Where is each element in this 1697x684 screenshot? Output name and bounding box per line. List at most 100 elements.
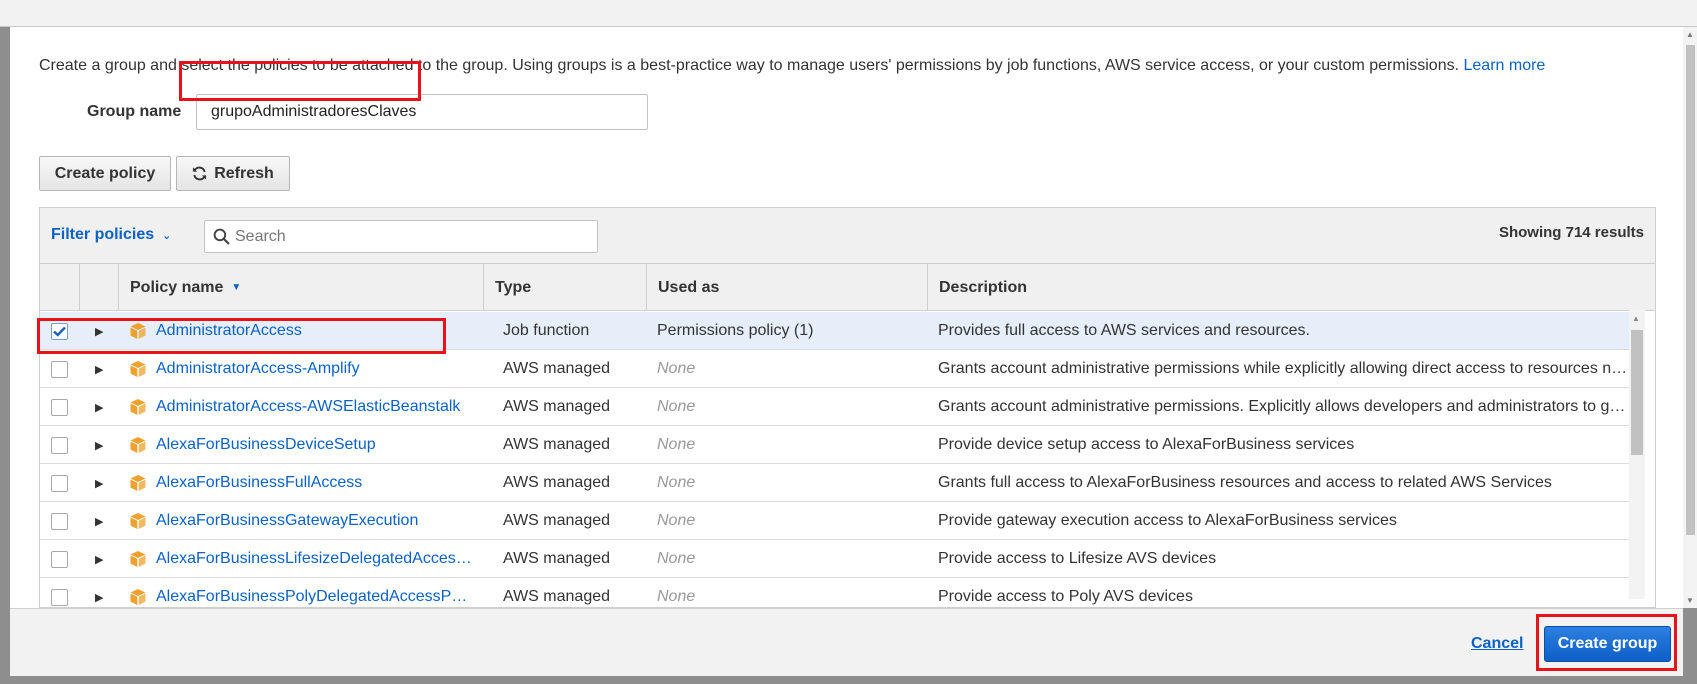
policy-name-link[interactable]: AlexaForBusinessGatewayExecution [156, 502, 474, 540]
policy-description: Provides full access to AWS services and… [938, 322, 1310, 339]
dialog-scroll-thumb[interactable] [1686, 45, 1695, 535]
policy-type: AWS managed [503, 398, 611, 415]
policy-description: Grants account administrative permission… [938, 398, 1628, 415]
table-row[interactable]: ▶ AlexaForBusinessDeviceSetup AWS managed N… [40, 426, 1637, 464]
cancel-button[interactable]: Cancel [1471, 635, 1523, 653]
sort-desc-icon: ▼ [231, 282, 242, 293]
refresh-icon [193, 166, 207, 181]
scroll-up-icon[interactable]: ▲ [1686, 30, 1694, 39]
policy-name-link[interactable]: AdministratorAccess-AWSElasticBeanstalk [156, 388, 474, 426]
policy-name-link[interactable]: AlexaForBusinessPolyDelegatedAccessPolic… [156, 578, 474, 607]
row-checkbox[interactable] [51, 512, 68, 530]
table-scrollbar[interactable]: ▲ [1629, 310, 1645, 599]
caret-right-icon[interactable]: ▶ [95, 350, 109, 388]
row-checkbox[interactable] [51, 360, 68, 378]
policy-used-as: None [657, 436, 696, 453]
table-row[interactable]: ▶ AlexaForBusinessPolyDelegatedAccessPoli… [40, 578, 1637, 607]
table-row[interactable]: ▶ AlexaForBusinessFullAccess AWS managed No… [40, 464, 1637, 502]
dialog-footer: Cancel Create group [10, 608, 1683, 676]
search-icon [213, 228, 230, 245]
policy-type: AWS managed [503, 436, 611, 453]
cube-icon [130, 475, 146, 491]
row-checkbox-cell [51, 426, 69, 464]
policy-type: Job function [503, 322, 590, 339]
row-checkbox[interactable] [51, 588, 68, 606]
policy-type: AWS managed [503, 474, 611, 491]
cube-icon [130, 551, 146, 567]
table-row[interactable]: ▶ AlexaForBusinessGatewayExecution AWS man… [40, 502, 1637, 540]
caret-right-icon[interactable]: ▶ [95, 426, 109, 464]
table-row[interactable]: ▶ AlexaForBusinessLifesizeDelegatedAccess… [40, 540, 1637, 578]
policy-icon [129, 464, 149, 502]
group-name-label: Group name [87, 103, 182, 120]
policy-type: AWS managed [503, 512, 611, 529]
policy-icon [129, 350, 149, 388]
search-input[interactable] [235, 225, 590, 249]
caret-right-icon[interactable]: ▶ [95, 464, 109, 502]
policy-description: Grants full access to AlexaForBusiness r… [938, 474, 1552, 491]
policy-description: Provide device setup access to AlexaForB… [938, 436, 1355, 453]
results-count: Showing 714 results [1498, 224, 1644, 241]
filter-bar: Filter policies ⌄ Showing 714 results [40, 208, 1655, 264]
header-description[interactable]: Description [927, 264, 1655, 311]
row-checkbox[interactable] [51, 550, 68, 568]
caret-right-icon[interactable]: ▶ [95, 502, 109, 540]
scroll-down-icon[interactable]: ▼ [1686, 596, 1694, 605]
header-type[interactable]: Type [483, 264, 646, 311]
policy-description: Grants account administrative permission… [938, 360, 1628, 377]
cube-icon [130, 589, 146, 605]
cube-icon [130, 513, 146, 529]
row-checkbox[interactable] [51, 398, 68, 416]
policy-icon [129, 388, 149, 426]
row-checkbox-cell [51, 388, 69, 426]
policy-name-link[interactable]: AdministratorAccess-Amplify [156, 350, 474, 388]
policy-used-as: None [657, 588, 696, 605]
dialog-header [0, 0, 1697, 27]
row-checkbox[interactable] [51, 436, 68, 454]
highlight-create-group [1536, 614, 1677, 671]
search-box [204, 220, 598, 253]
policy-used-as: None [657, 360, 696, 377]
policy-icon [129, 426, 149, 464]
cube-icon [130, 437, 146, 453]
row-checkbox[interactable] [51, 474, 68, 492]
cube-icon [130, 361, 146, 377]
create-policy-button[interactable]: Create policy [39, 156, 171, 191]
policy-name-link[interactable]: AlexaForBusinessDeviceSetup [156, 426, 474, 464]
policy-type: AWS managed [503, 550, 611, 567]
policy-icon [129, 578, 149, 607]
policy-used-as: None [657, 398, 696, 415]
table-row[interactable]: ▶ AdministratorAccess-AWSElasticBeanstalk… [40, 388, 1637, 426]
filter-policies-dropdown[interactable]: Filter policies ⌄ [51, 226, 171, 244]
learn-more-link[interactable]: Learn more [1464, 57, 1546, 74]
row-checkbox-cell [51, 578, 69, 607]
row-checkbox-cell [51, 350, 69, 388]
table-header: Policy name ▼ Type Used as Description [40, 264, 1655, 311]
policy-used-as: None [657, 474, 696, 491]
policy-icon [129, 540, 149, 578]
policy-type: AWS managed [503, 588, 611, 605]
row-checkbox-cell [51, 502, 69, 540]
header-policy-name[interactable]: Policy name ▼ [118, 264, 483, 311]
policy-description: Provide access to Lifesize AVS devices [938, 550, 1217, 567]
row-checkbox-cell [51, 464, 69, 502]
policy-name-link[interactable]: AlexaForBusinessLifesizeDelegatedAccessP… [156, 540, 474, 578]
table-scroll-thumb[interactable] [1631, 330, 1643, 455]
policies-table: Filter policies ⌄ Showing 714 results Po… [39, 207, 1656, 608]
policy-icon [129, 502, 149, 540]
policy-description: Provide gateway execution access to Alex… [938, 512, 1397, 529]
header-expand [79, 264, 118, 311]
scroll-up-icon[interactable]: ▲ [1632, 314, 1640, 323]
policy-name-link[interactable]: AlexaForBusinessFullAccess [156, 464, 474, 502]
caret-right-icon[interactable]: ▶ [95, 388, 109, 426]
caret-right-icon[interactable]: ▶ [95, 578, 109, 607]
filter-policies-label: Filter policies [51, 226, 155, 243]
policy-used-as: None [657, 550, 696, 567]
header-select [40, 264, 79, 311]
dialog-scrollbar[interactable]: ▲ ▼ [1683, 27, 1697, 608]
table-row[interactable]: ▶ AdministratorAccess-Amplify AWS managed N… [40, 350, 1637, 388]
header-used-as[interactable]: Used as [646, 264, 927, 311]
caret-right-icon[interactable]: ▶ [95, 540, 109, 578]
refresh-button[interactable]: Refresh [176, 156, 290, 191]
refresh-label: Refresh [214, 164, 274, 182]
